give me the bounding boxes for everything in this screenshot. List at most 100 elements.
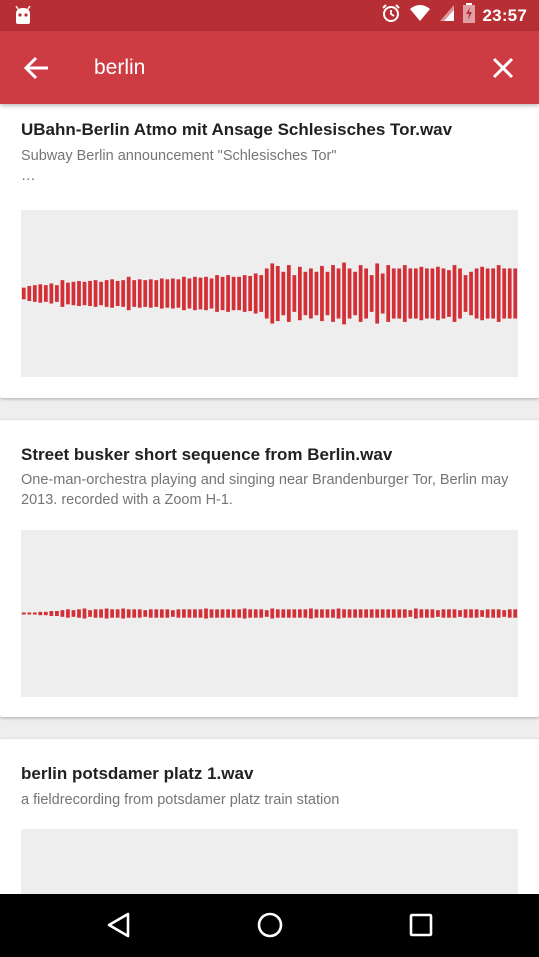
- waveform-bar: [259, 275, 264, 312]
- waveform-bar: [458, 610, 462, 617]
- waveform-bar: [132, 609, 137, 618]
- waveform-bar: [391, 609, 396, 618]
- waveform-bar: [358, 265, 363, 322]
- waveform-bar: [248, 275, 253, 312]
- waveform-bar: [176, 279, 181, 308]
- waveform-bar: [126, 276, 131, 311]
- waveform-bar: [463, 275, 468, 312]
- waveform-bar: [314, 609, 319, 618]
- waveform-bar: [154, 609, 159, 618]
- waveform-bar: [93, 280, 98, 307]
- waveform-bar: [60, 610, 65, 617]
- sound-title: berlin potsdamer platz 1.wav: [21, 764, 254, 783]
- waveform-bar: [226, 609, 230, 618]
- waveform-bar: [320, 609, 324, 618]
- waveform-bar: [55, 285, 59, 302]
- waveform-bar: [215, 609, 219, 618]
- sound-title: Street busker short sequence from Berlin…: [21, 445, 393, 464]
- waveform-bar: [485, 268, 490, 319]
- waveform-bar: [441, 609, 446, 618]
- waveform-bar: [502, 610, 507, 617]
- waveform-bar: [88, 280, 92, 307]
- waveform-bar: [469, 271, 473, 316]
- waveform-bar: [292, 609, 297, 618]
- waveform-bar: [104, 280, 109, 307]
- recents-square-icon[interactable]: [406, 910, 436, 940]
- waveform-bar: [231, 609, 236, 618]
- waveform-bar: [513, 268, 518, 319]
- waveform-bar: [413, 608, 418, 619]
- waveform-bar: [408, 610, 413, 617]
- waveform-bar: [159, 609, 164, 618]
- back-arrow-icon[interactable]: [22, 55, 52, 81]
- waveform-bar: [170, 278, 175, 309]
- home-circle-icon[interactable]: [255, 910, 285, 940]
- waveform-bar: [137, 609, 142, 618]
- waveform-bar: [331, 265, 335, 322]
- waveform-bar: [402, 609, 407, 618]
- search-results-list[interactable]: UBahn-Berlin Atmo mit Ansage Schlesische…: [0, 104, 539, 894]
- waveform-bar: [336, 608, 341, 619]
- waveform-bar: [126, 609, 131, 618]
- waveform-bar: [391, 268, 396, 319]
- waveform[interactable]: [21, 530, 518, 697]
- waveform-bar: [253, 273, 258, 314]
- waveform-bar: [21, 287, 26, 300]
- waveform[interactable]: [21, 829, 518, 894]
- waveform-bar: [21, 612, 26, 615]
- waveform-bar: [209, 609, 214, 618]
- waveform-bar: [447, 609, 451, 618]
- waveform-bar: [49, 283, 54, 304]
- system-navigation-bar: [0, 894, 539, 957]
- android-notification-icon: [12, 5, 34, 31]
- waveform-bar: [115, 280, 120, 307]
- waveform-bar: [314, 271, 319, 316]
- waveform-bar: [491, 268, 496, 319]
- waveform-bar: [182, 276, 186, 311]
- waveform-bar: [275, 265, 280, 322]
- waveform-bar: [358, 609, 363, 618]
- waveform-bar: [430, 609, 435, 618]
- waveform-bar: [331, 609, 335, 618]
- waveform-bar: [198, 277, 203, 310]
- waveform-bar: [231, 276, 236, 311]
- waveform-bar: [148, 279, 153, 308]
- waveform-bar: [463, 609, 468, 618]
- sound-description: Subway Berlin announcement "Schlesisches…: [21, 148, 337, 184]
- back-triangle-icon[interactable]: [104, 910, 134, 940]
- waveform-bar: [187, 278, 192, 309]
- waveform-bar: [496, 609, 501, 618]
- waveform-bar: [309, 608, 313, 619]
- waveform-bar: [71, 281, 76, 306]
- waveform[interactable]: [21, 210, 518, 377]
- waveform-bar: [436, 610, 440, 617]
- waveform-bar: [32, 285, 37, 302]
- waveform-bar: [474, 609, 479, 618]
- close-icon[interactable]: [491, 56, 515, 80]
- waveform-bar: [115, 609, 120, 618]
- waveform-bar: [286, 609, 291, 618]
- waveform-bar: [275, 609, 280, 618]
- waveform-bar: [110, 609, 114, 618]
- search-input[interactable]: [94, 53, 454, 83]
- waveform-bar: [386, 609, 391, 618]
- waveform-bar: [154, 280, 159, 307]
- sound-card[interactable]: berlin potsdamer platz 1.wav a fieldreco…: [0, 739, 539, 894]
- waveform-bar: [170, 610, 175, 617]
- waveform-bar: [375, 263, 380, 324]
- waveform-bar: [110, 279, 114, 308]
- waveform-bar: [408, 268, 413, 319]
- waveform-bar: [342, 262, 346, 325]
- waveform-bar: [507, 609, 512, 618]
- waveform-bar: [369, 609, 374, 618]
- waveform-bar: [286, 265, 291, 322]
- waveform-bar: [176, 609, 181, 618]
- battery-charging-icon: [462, 3, 475, 28]
- sound-card[interactable]: Street busker short sequence from Berlin…: [0, 420, 539, 717]
- waveform-bar: [364, 609, 369, 618]
- waveform-bar: [143, 280, 148, 307]
- alarm-icon: [381, 3, 401, 28]
- sound-card[interactable]: UBahn-Berlin Atmo mit Ansage Schlesische…: [0, 104, 539, 398]
- waveform-bar: [452, 265, 457, 322]
- waveform-bar: [71, 610, 76, 617]
